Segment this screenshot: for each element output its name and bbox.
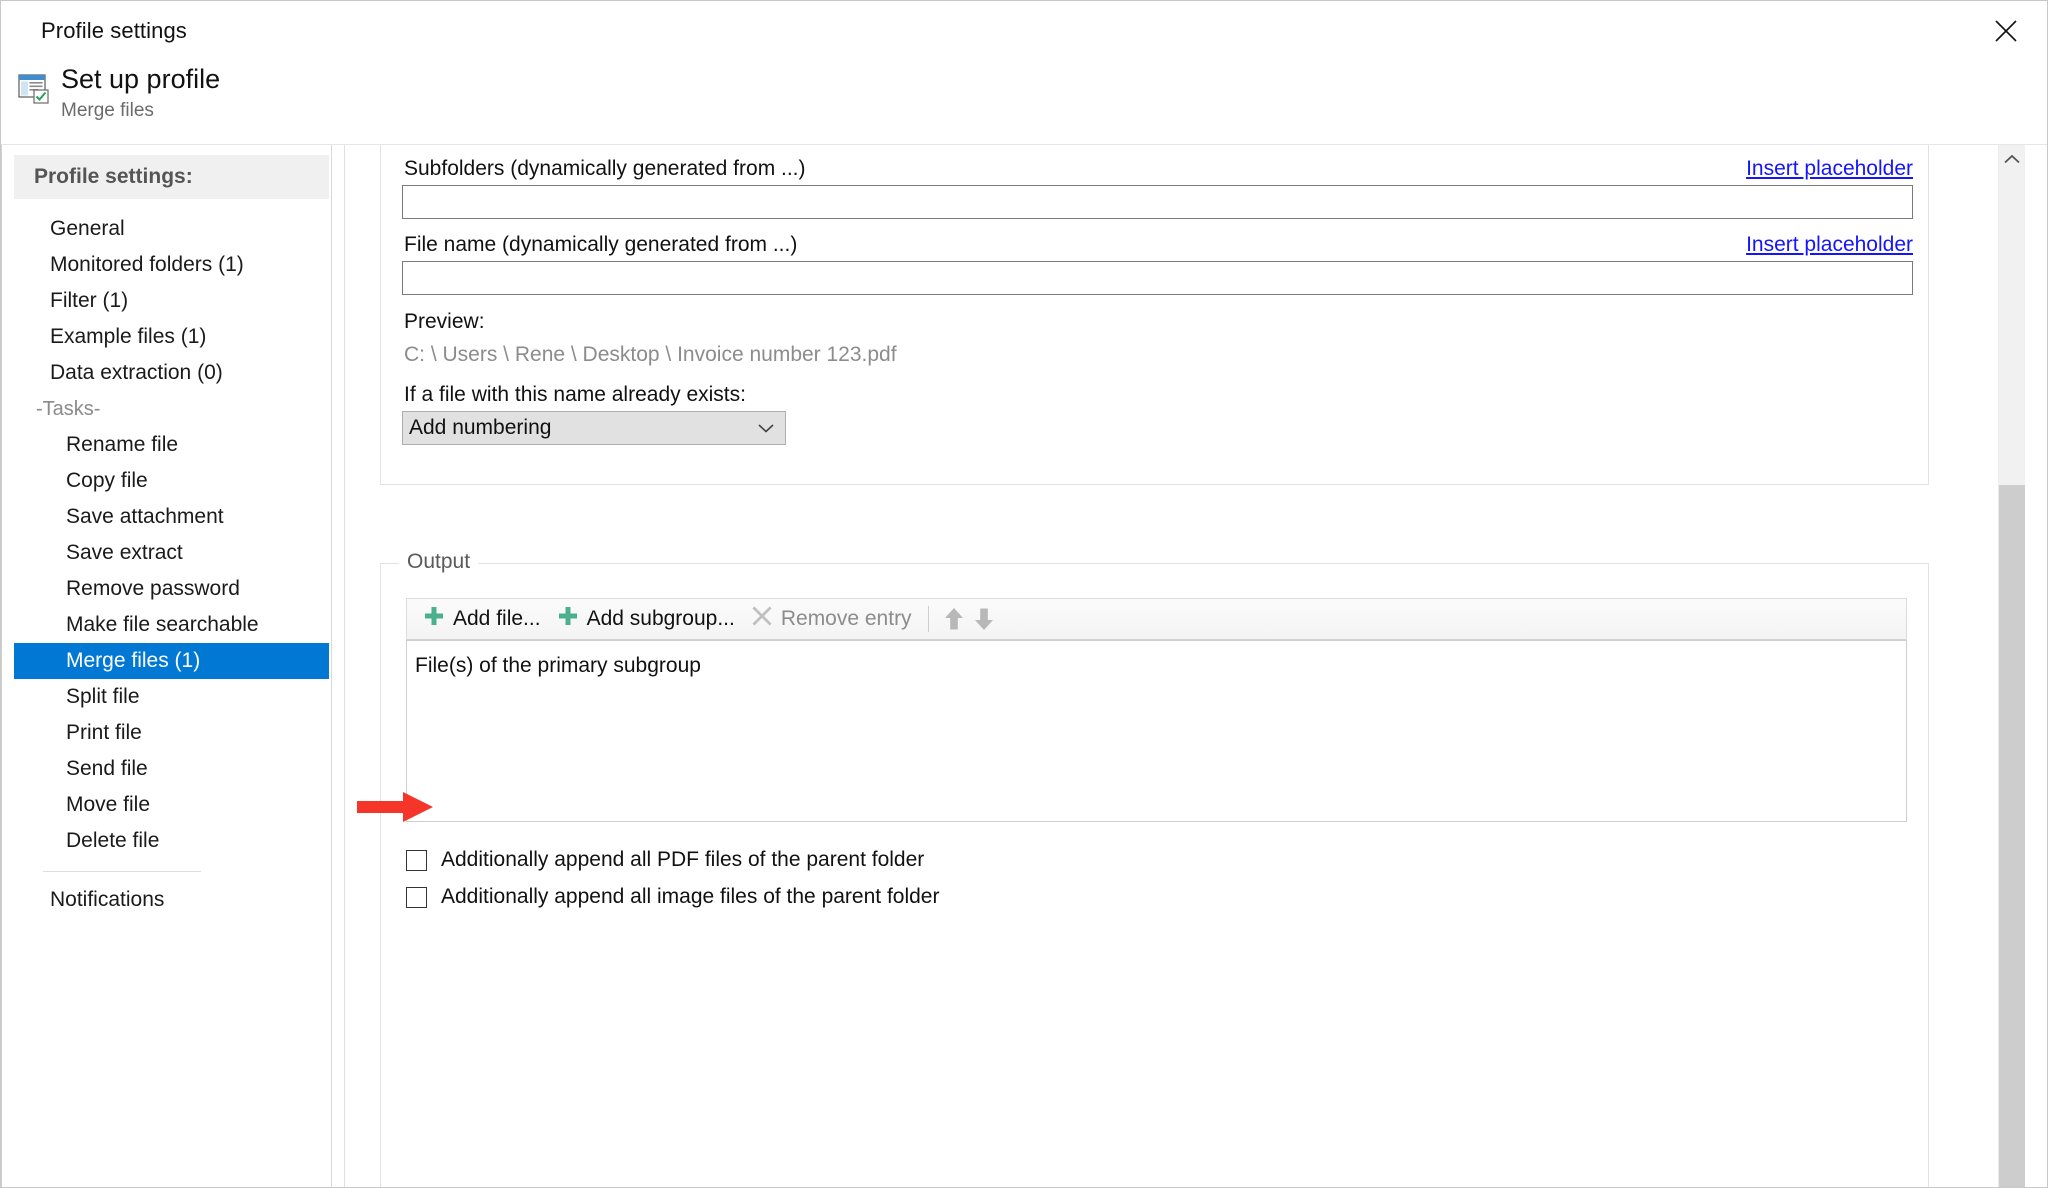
remove-entry-button[interactable]: Remove entry <box>743 599 920 639</box>
sidebar-item-delete-file[interactable]: Delete file <box>14 823 329 859</box>
sidebar-item-print-file[interactable]: Print file <box>14 715 329 751</box>
sidebar-item-save-extract[interactable]: Save extract <box>14 535 329 571</box>
chevron-down-icon <box>757 422 775 434</box>
preview-label: Preview: <box>404 310 485 333</box>
file-exists-select[interactable]: Add numbering <box>402 411 786 445</box>
sidebar-item-copy-file[interactable]: Copy file <box>14 463 329 499</box>
sidebar-heading: Profile settings: <box>14 155 329 199</box>
sidebar: Profile settings: General Monitored fold… <box>1 145 332 1187</box>
profile-window-check-icon <box>17 71 51 105</box>
close-icon[interactable] <box>1975 9 2037 53</box>
sidebar-item-filter[interactable]: Filter (1) <box>14 283 329 319</box>
main-left-divider <box>344 145 345 1187</box>
x-icon <box>751 605 773 633</box>
arrow-down-icon[interactable] <box>969 599 999 639</box>
list-item[interactable]: File(s) of the primary subgroup <box>415 651 1898 681</box>
output-legend: Output <box>399 550 479 574</box>
add-file-button[interactable]: Add file... <box>415 599 549 639</box>
sidebar-group-tasks: -Tasks- <box>36 397 101 420</box>
window-right-edge <box>2033 145 2047 1187</box>
append-image-files-label: Additionally append all image files of t… <box>441 885 940 908</box>
append-pdf-files-label: Additionally append all PDF files of the… <box>441 848 925 871</box>
sidebar-item-save-attachment[interactable]: Save attachment <box>14 499 329 535</box>
append-image-files-checkbox[interactable] <box>406 886 427 908</box>
file-exists-label: If a file with this name already exists: <box>404 383 746 406</box>
sidebar-item-data-extraction[interactable]: Data extraction (0) <box>14 355 329 391</box>
append-image-files-checkbox-row[interactable]: Additionally append all image files of t… <box>406 885 939 909</box>
file-exists-selected-value: Add numbering <box>409 416 552 439</box>
page-title: Set up profile <box>61 64 221 94</box>
sidebar-left-border <box>1 145 2 1187</box>
file-name-label: File name (dynamically generated from ..… <box>404 233 798 256</box>
page-subtitle: Merge files <box>61 100 154 121</box>
output-groupbox: Output Add file... Add subgroup... Remov… <box>380 550 1929 1187</box>
profile-settings-window: Profile settings Set up profile Merge fi… <box>0 0 2048 1188</box>
output-toolbar: Add file... Add subgroup... Remove entry <box>406 598 1907 640</box>
chevron-up-icon[interactable] <box>1999 145 2025 175</box>
scrollbar-thumb[interactable] <box>1999 485 2025 1187</box>
add-file-label: Add file... <box>453 607 541 630</box>
subfolders-input[interactable] <box>402 185 1913 219</box>
append-pdf-files-checkbox[interactable] <box>406 849 427 871</box>
append-pdf-files-checkbox-row[interactable]: Additionally append all PDF files of the… <box>406 848 924 872</box>
sidebar-list: General Monitored folders (1) Filter (1)… <box>9 211 331 918</box>
sidebar-item-notifications[interactable]: Notifications <box>14 882 329 918</box>
sidebar-item-remove-password[interactable]: Remove password <box>14 571 329 607</box>
output-listbox[interactable]: File(s) of the primary subgroup <box>406 640 1907 822</box>
sidebar-item-general[interactable]: General <box>14 211 329 247</box>
window-title: Profile settings <box>41 18 187 43</box>
plus-icon <box>557 605 579 633</box>
sidebar-item-example-files[interactable]: Example files (1) <box>14 319 329 355</box>
main-panel: Subfolders (dynamically generated from .… <box>332 145 2047 1187</box>
add-subgroup-label: Add subgroup... <box>586 607 735 630</box>
remove-entry-label: Remove entry <box>780 607 912 630</box>
file-name-input[interactable] <box>402 261 1913 295</box>
sidebar-item-send-file[interactable]: Send file <box>14 751 329 787</box>
add-subgroup-button[interactable]: Add subgroup... <box>549 599 743 639</box>
sidebar-item-move-file[interactable]: Move file <box>14 787 329 823</box>
sidebar-item-merge-files[interactable]: Merge files (1) <box>14 643 329 679</box>
main-scroll-area: Subfolders (dynamically generated from .… <box>332 145 1985 1187</box>
toolbar-divider <box>927 606 929 632</box>
plus-icon <box>423 605 445 633</box>
sidebar-item-make-file-searchable[interactable]: Make file searchable <box>14 607 329 643</box>
page-header: Set up profile Merge files <box>1 61 2047 145</box>
header-titles: Set up profile Merge files <box>61 63 220 124</box>
sidebar-item-monitored-folders[interactable]: Monitored folders (1) <box>14 247 329 283</box>
insert-placeholder-filename-link[interactable]: Insert placeholder <box>1746 233 1913 257</box>
preview-path-value: C: \ Users \ Rene \ Desktop \ Invoice nu… <box>404 343 897 366</box>
subfolders-label: Subfolders (dynamically generated from .… <box>404 157 806 180</box>
body: Profile settings: General Monitored fold… <box>1 145 2047 1187</box>
vertical-scrollbar[interactable] <box>1998 145 2025 1187</box>
insert-placeholder-subfolders-link[interactable]: Insert placeholder <box>1746 157 1913 181</box>
title-bar: Profile settings <box>1 1 2047 61</box>
sidebar-item-split-file[interactable]: Split file <box>14 679 329 715</box>
sidebar-inner: Profile settings: General Monitored fold… <box>9 145 331 918</box>
sidebar-divider <box>43 871 201 872</box>
sidebar-item-rename-file[interactable]: Rename file <box>14 427 329 463</box>
arrow-up-icon[interactable] <box>939 599 969 639</box>
